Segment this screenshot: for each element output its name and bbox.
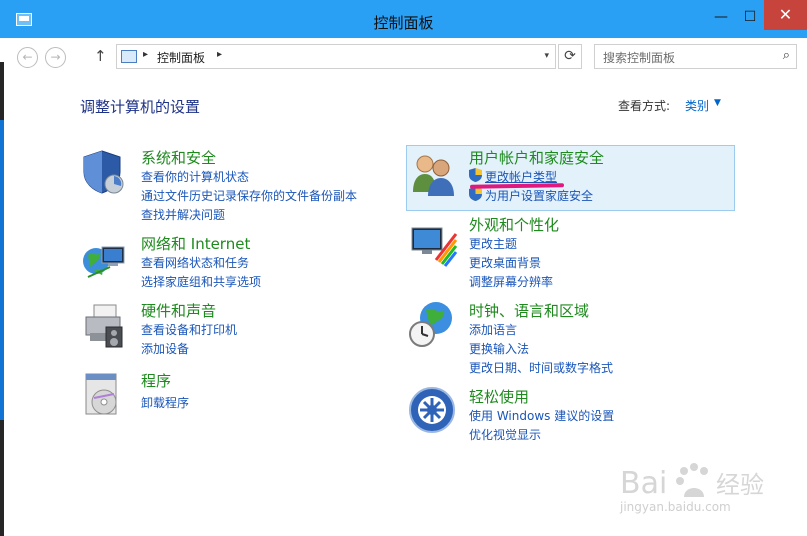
up-button[interactable]: ↑ (94, 47, 107, 65)
category-ease-of-access[interactable]: 轻松使用 (469, 386, 529, 407)
shield-icon[interactable] (80, 148, 128, 196)
category-appearance[interactable]: 外观和个性化 (469, 214, 559, 235)
link-troubleshoot[interactable]: 查找并解决问题 (141, 206, 225, 223)
link-uninstall-program[interactable]: 卸载程序 (141, 394, 189, 411)
category-clock-language-region[interactable]: 时钟、语言和区域 (469, 300, 589, 321)
link-add-device[interactable]: 添加设备 (141, 340, 189, 357)
chevron-down-icon[interactable]: ▾ (544, 51, 549, 61)
category-hardware-sound[interactable]: 硬件和声音 (141, 300, 216, 321)
desktop-edge (0, 120, 4, 420)
navigation-bar: ← → ↑ ▸ 控制面板 ▸ ▾ ⟳ 搜索控制面板 ⌕ (0, 38, 807, 76)
link-optimize-visual-display[interactable]: 优化视觉显示 (469, 426, 541, 443)
category-user-accounts[interactable]: 用户帐户和家庭安全 (469, 147, 604, 168)
link-network-status[interactable]: 查看网络状态和任务 (141, 254, 249, 271)
link-screen-resolution[interactable]: 调整屏幕分辨率 (469, 273, 553, 290)
ease-of-access-icon[interactable] (408, 386, 456, 434)
view-by-dropdown[interactable]: 类别 (685, 97, 709, 114)
link-date-time-format[interactable]: 更改日期、时间或数字格式 (469, 359, 613, 376)
watermark-url: jingyan.baidu.com (620, 500, 731, 514)
link-recommended-settings[interactable]: 使用 Windows 建议的设置 (469, 407, 614, 424)
control-panel-icon (121, 50, 137, 63)
back-button[interactable]: ← (17, 47, 38, 68)
svg-text:经验: 经验 (716, 471, 764, 499)
uac-shield-icon (469, 168, 482, 182)
chevron-right-icon[interactable]: ▸ (143, 49, 148, 60)
forward-button[interactable]: → (45, 47, 66, 68)
link-change-input-method[interactable]: 更换输入法 (469, 340, 529, 357)
address-bar[interactable]: ▸ 控制面板 ▸ ▾ (116, 44, 556, 69)
link-add-language[interactable]: 添加语言 (469, 321, 517, 338)
refresh-button[interactable]: ⟳ (558, 44, 582, 69)
clock-globe-icon[interactable] (408, 300, 456, 348)
search-icon[interactable]: ⌕ (783, 48, 790, 63)
link-homegroup[interactable]: 选择家庭组和共享选项 (141, 273, 261, 290)
search-placeholder: 搜索控制面板 (603, 51, 676, 65)
window-title: 控制面板 (373, 14, 434, 32)
page-title: 调整计算机的设置 (80, 98, 201, 116)
maximize-button[interactable]: ☐ (735, 0, 765, 30)
breadcrumb-control-panel[interactable]: 控制面板 (157, 49, 205, 66)
chevron-right-icon[interactable]: ▸ (217, 49, 222, 60)
programs-icon[interactable] (80, 370, 128, 418)
category-network-internet[interactable]: 网络和 Internet (141, 233, 250, 254)
link-devices-printers[interactable]: 查看设备和打印机 (141, 321, 237, 338)
printer-icon[interactable] (80, 303, 128, 351)
link-family-safety[interactable]: 为用户设置家庭安全 (485, 187, 593, 204)
link-change-theme[interactable]: 更改主题 (469, 235, 517, 252)
minimize-button[interactable]: — (706, 0, 736, 30)
search-input[interactable]: 搜索控制面板 ⌕ (594, 44, 797, 69)
link-desktop-background[interactable]: 更改桌面背景 (469, 254, 541, 271)
category-programs[interactable]: 程序 (141, 370, 171, 391)
svg-text:Bai: Bai (620, 466, 667, 501)
appearance-icon[interactable] (410, 220, 458, 268)
link-change-account-type[interactable]: 更改帐户类型 (485, 168, 557, 185)
view-by-label: 查看方式: (618, 99, 671, 113)
network-globe-icon[interactable] (80, 237, 128, 285)
close-button[interactable]: ✕ (764, 0, 807, 30)
uac-shield-icon (469, 187, 482, 201)
chevron-down-icon[interactable]: ▼ (714, 98, 721, 108)
users-icon[interactable] (410, 150, 458, 198)
category-system-security[interactable]: 系统和安全 (141, 147, 216, 168)
link-file-history-backup[interactable]: 通过文件历史记录保存你的文件备份副本 (141, 187, 357, 204)
link-view-computer-status[interactable]: 查看你的计算机状态 (141, 168, 249, 185)
title-bar: 控制面板 — ☐ ✕ (0, 0, 807, 38)
baidu-watermark-logo: Bai 经验 (620, 463, 764, 501)
